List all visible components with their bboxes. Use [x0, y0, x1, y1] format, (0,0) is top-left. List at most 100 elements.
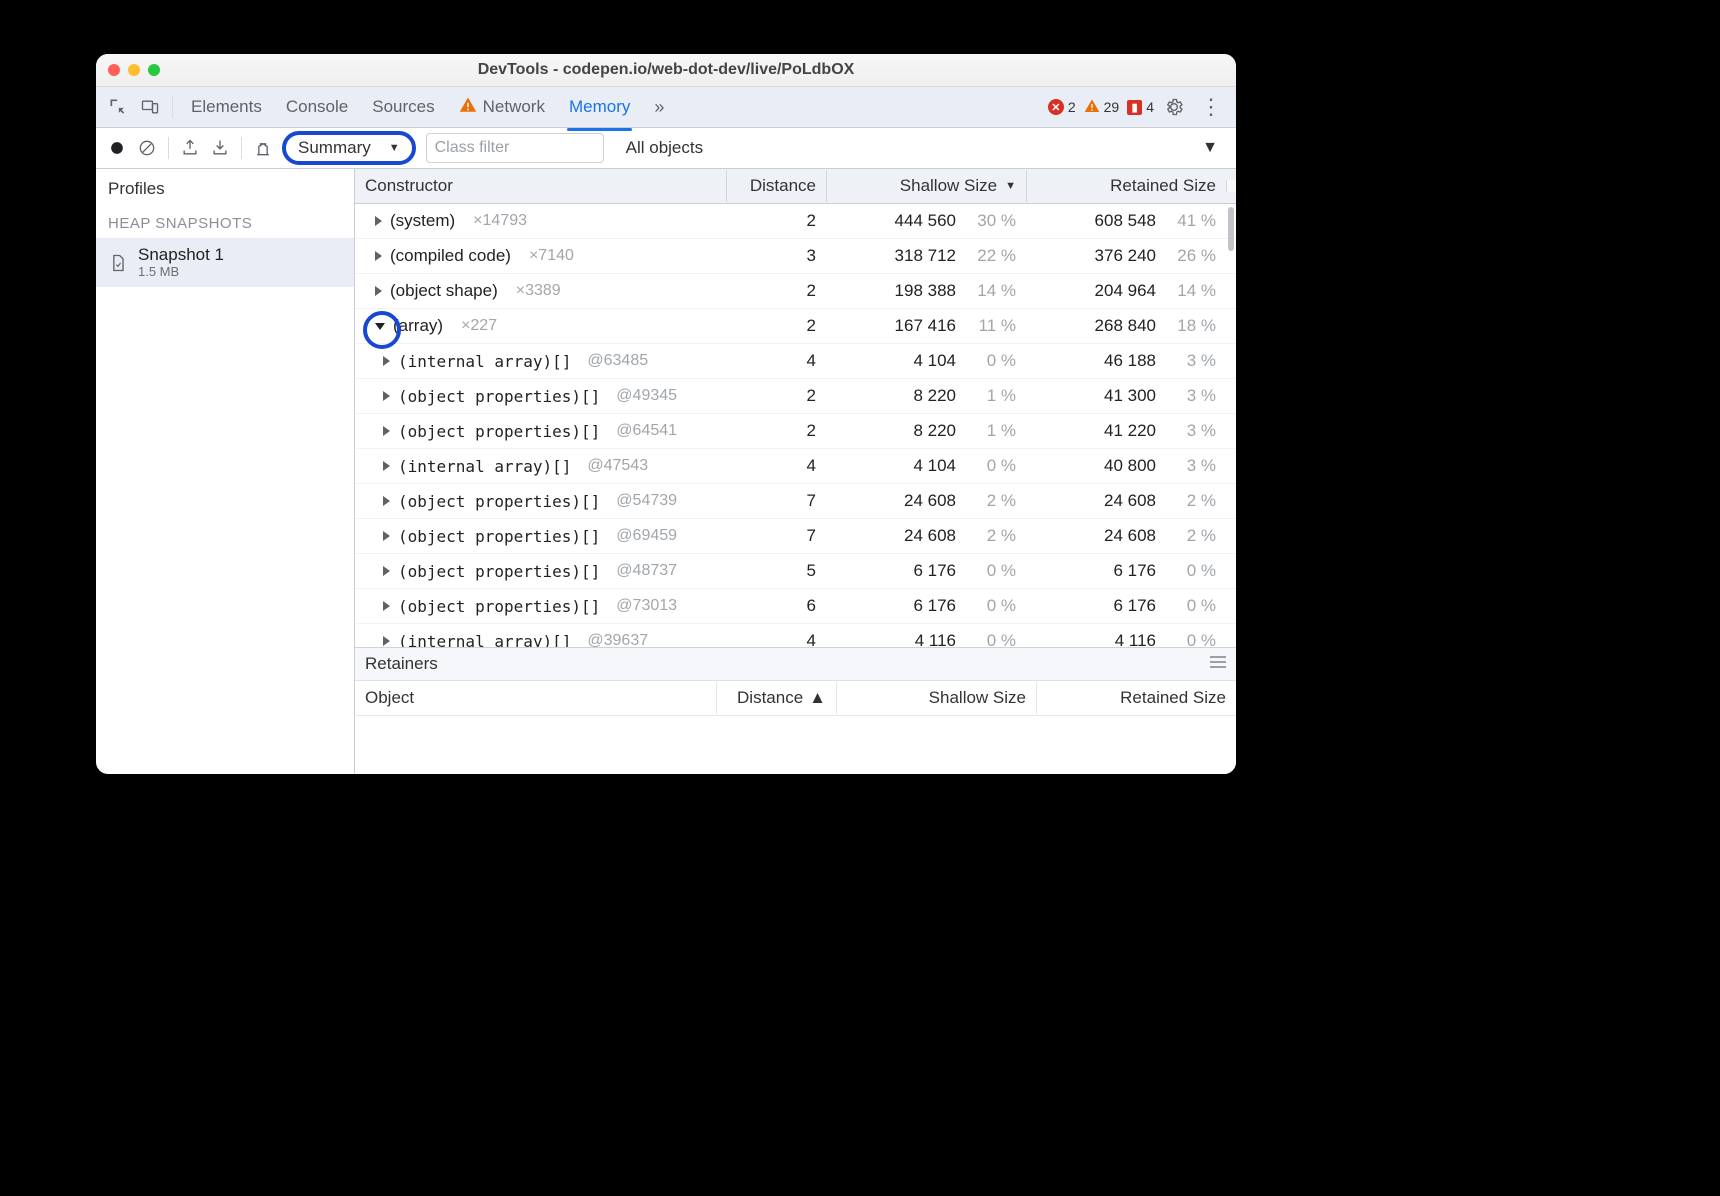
table-row[interactable]: (internal array)[]@6348544 1040 %46 1883… [355, 344, 1236, 379]
retainers-menu-icon[interactable] [1210, 654, 1226, 674]
disclosure-closed-icon[interactable] [383, 601, 390, 611]
minimize-window-button[interactable] [128, 64, 140, 76]
disclosure-closed-icon[interactable] [383, 356, 390, 366]
device-toolbar-icon[interactable] [136, 93, 164, 121]
table-row[interactable]: (system)×147932444 56030 %608 54841 % [355, 204, 1236, 239]
issues-counter[interactable]: ▮ 4 [1127, 99, 1154, 115]
more-options-icon[interactable]: ⋮ [1194, 96, 1228, 118]
gc-icon[interactable] [250, 135, 276, 161]
object-filter-select[interactable]: All objects [622, 138, 707, 158]
divider [241, 137, 242, 159]
class-filter-input[interactable] [426, 133, 604, 163]
shallow-cell: 4 1040 % [826, 351, 1026, 371]
panel-tabs: Elements Console Sources Network Memory … [96, 87, 1236, 128]
view-mode-select[interactable]: Summary ▼ [282, 131, 416, 165]
retained-cell: 204 96414 % [1026, 281, 1226, 301]
ret-col-distance[interactable]: Distance ▲ [716, 682, 836, 714]
constructors-table: Constructor Distance Shallow Size ▼ Reta… [355, 169, 1236, 647]
distance-cell: 3 [726, 246, 826, 266]
disclosure-closed-icon[interactable] [383, 566, 390, 576]
retained-cell: 6 1760 % [1026, 596, 1226, 616]
distance-cell: 4 [726, 456, 826, 476]
disclosure-closed-icon[interactable] [375, 216, 382, 226]
profiles-sidebar: Profiles HEAP SNAPSHOTS Snapshot 1 1.5 M… [96, 169, 355, 774]
distance-cell: 7 [726, 526, 826, 546]
disclosure-closed-icon[interactable] [383, 636, 390, 646]
object-id: @69459 [616, 527, 677, 545]
col-retained[interactable]: Retained Size [1026, 170, 1226, 202]
retainers-panel: Retainers Object Distance ▲ Shallow Size… [355, 647, 1236, 774]
disclosure-closed-icon[interactable] [383, 461, 390, 471]
tab-network[interactable]: Network [449, 90, 555, 125]
tab-memory[interactable]: Memory [559, 91, 640, 123]
disclosure-closed-icon[interactable] [383, 426, 390, 436]
ret-col-shallow[interactable]: Shallow Size [836, 682, 1036, 714]
tab-sources[interactable]: Sources [362, 91, 444, 123]
tab-more[interactable]: » [644, 91, 674, 124]
constructor-name: (system) [390, 211, 455, 231]
scrollbar-thumb[interactable] [1228, 207, 1234, 251]
filter-dropdown-icon[interactable]: ▼ [1198, 135, 1222, 161]
constructor-name: (object shape) [390, 281, 498, 301]
table-row[interactable]: (object shape)×33892198 38814 %204 96414… [355, 274, 1236, 309]
disclosure-closed-icon[interactable] [383, 391, 390, 401]
import-icon[interactable] [207, 135, 233, 161]
ret-col-object[interactable]: Object [355, 682, 716, 714]
table-row[interactable]: (compiled code)×71403318 71222 %376 2402… [355, 239, 1236, 274]
shallow-cell: 444 56030 % [826, 211, 1026, 231]
errors-count: 2 [1068, 99, 1076, 115]
snapshot-item[interactable]: Snapshot 1 1.5 MB [96, 238, 354, 287]
disclosure-open-icon[interactable] [375, 323, 385, 330]
object-id: @63485 [587, 352, 648, 370]
table-row[interactable]: (object properties)[]@54739724 6082 %24 … [355, 484, 1236, 519]
table-row[interactable]: (object properties)[]@4934528 2201 %41 3… [355, 379, 1236, 414]
snapshot-file-icon [108, 251, 128, 273]
disclosure-closed-icon[interactable] [383, 531, 390, 541]
table-row[interactable]: (object properties)[]@4873756 1760 %6 17… [355, 554, 1236, 589]
table-row[interactable]: (internal array)[]@3963744 1160 %4 1160 … [355, 624, 1236, 647]
retained-cell: 24 6082 % [1026, 526, 1226, 546]
shallow-cell: 6 1760 % [826, 596, 1026, 616]
warning-icon [459, 96, 477, 119]
status-counters: ✕ 2 29 ▮ 4 [1048, 98, 1154, 117]
table-row[interactable]: (object properties)[]@7301366 1760 %6 17… [355, 589, 1236, 624]
warning-icon [1084, 98, 1100, 117]
close-window-button[interactable] [108, 64, 120, 76]
table-row[interactable]: (array)×2272167 41611 %268 84018 % [355, 309, 1236, 344]
zoom-window-button[interactable] [148, 64, 160, 76]
tab-console[interactable]: Console [276, 91, 358, 123]
col-shallow[interactable]: Shallow Size ▼ [826, 170, 1026, 202]
constructor-name: (array) [393, 316, 443, 336]
settings-icon[interactable] [1158, 93, 1190, 121]
table-row[interactable]: (internal array)[]@4754344 1040 %40 8003… [355, 449, 1236, 484]
distance-cell: 2 [726, 421, 826, 441]
devtools-window: DevTools - codepen.io/web-dot-dev/live/P… [96, 54, 1236, 774]
distance-cell: 2 [726, 211, 826, 231]
record-button[interactable] [104, 135, 130, 161]
object-id: @47543 [587, 457, 648, 475]
disclosure-closed-icon[interactable] [383, 496, 390, 506]
shallow-cell: 167 41611 % [826, 316, 1026, 336]
table-row[interactable]: (object properties)[]@69459724 6082 %24 … [355, 519, 1236, 554]
distance-cell: 4 [726, 631, 826, 647]
inspect-element-icon[interactable] [104, 93, 132, 121]
warnings-counter[interactable]: 29 [1084, 98, 1120, 117]
disclosure-closed-icon[interactable] [375, 251, 382, 261]
table-row[interactable]: (object properties)[]@6454128 2201 %41 2… [355, 414, 1236, 449]
disclosure-closed-icon[interactable] [375, 286, 382, 296]
distance-cell: 7 [726, 491, 826, 511]
shallow-cell: 198 38814 % [826, 281, 1026, 301]
clear-button[interactable] [134, 135, 160, 161]
constructor-name: (object properties)[] [398, 597, 600, 616]
tab-elements[interactable]: Elements [181, 91, 272, 123]
main-area: Constructor Distance Shallow Size ▼ Reta… [355, 169, 1236, 774]
col-distance[interactable]: Distance [726, 170, 826, 202]
retained-cell: 376 24026 % [1026, 246, 1226, 266]
ret-col-retained[interactable]: Retained Size [1036, 682, 1236, 714]
shallow-cell: 8 2201 % [826, 421, 1026, 441]
retained-cell: 268 84018 % [1026, 316, 1226, 336]
chevron-down-icon: ▼ [389, 142, 400, 154]
errors-counter[interactable]: ✕ 2 [1048, 99, 1076, 115]
export-icon[interactable] [177, 135, 203, 161]
col-constructor[interactable]: Constructor [355, 170, 726, 202]
